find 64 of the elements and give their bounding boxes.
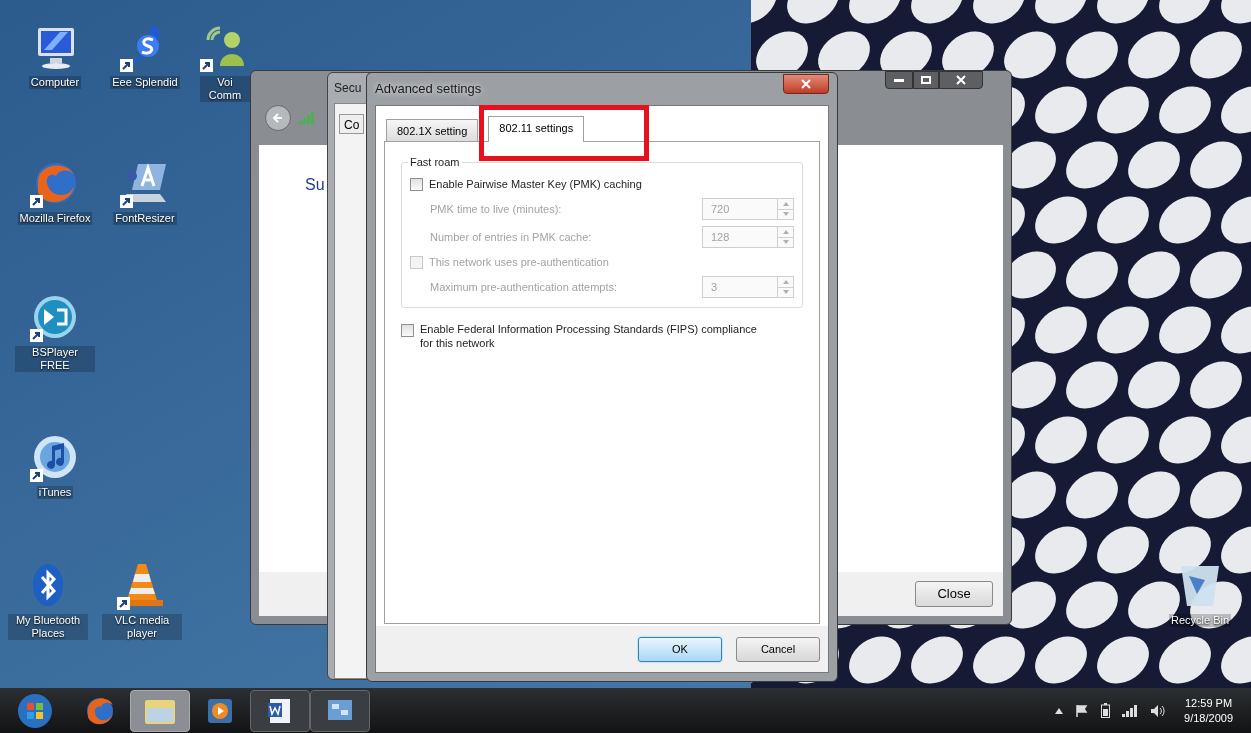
desktop-icon-label: Computer <box>28 76 82 89</box>
desktop-icon-label: Voi Comm <box>200 76 250 102</box>
checkbox-label: Enable Pairwise Master Key (PMK) caching <box>429 176 642 192</box>
minimize-button[interactable] <box>885 71 913 89</box>
desktop-icon-label: Eee Splendid <box>110 76 180 89</box>
signal-bars-icon[interactable] <box>1122 704 1139 717</box>
field-value: 720 <box>710 202 731 217</box>
checkbox-label: Enable Federal Information Processing Standards (FIPS) compliance for this network <box>420 322 758 350</box>
clock[interactable]: 12:59 PM 9/18/2009 <box>1184 695 1233 726</box>
battery-icon[interactable] <box>1101 703 1111 718</box>
down-caret-icon <box>782 240 789 245</box>
close-icon <box>801 79 811 89</box>
desktop-icon-label: Mozilla Firefox <box>17 212 93 225</box>
windows-orb-icon <box>17 692 53 729</box>
taskbar-button[interactable] <box>250 689 310 732</box>
checkbox[interactable] <box>410 177 423 191</box>
field-label: PMK time to live (minutes): <box>430 201 562 217</box>
speaker-icon[interactable] <box>1150 703 1167 718</box>
close-button[interactable]: Close <box>915 581 993 607</box>
shortcut-arrow-icon <box>117 597 130 610</box>
page-heading: Su <box>305 176 325 193</box>
shortcut-arrow-icon <box>120 59 133 72</box>
close-button[interactable] <box>783 74 829 94</box>
dialog-title: Advanced settings <box>375 80 482 99</box>
taskbar-button[interactable] <box>130 689 190 732</box>
tab[interactable]: 802.11 settings <box>488 116 585 142</box>
dialog-button[interactable]: OK <box>638 636 722 662</box>
tray-expand-icon[interactable] <box>1055 707 1064 714</box>
up-caret-icon <box>782 201 789 206</box>
down-caret-icon <box>782 290 789 295</box>
window-title: Secu <box>334 80 362 97</box>
clock-date: 9/18/2009 <box>1184 710 1233 726</box>
tab[interactable]: 802.1X setting <box>386 119 479 141</box>
play-icon <box>208 698 232 723</box>
tab[interactable]: Co <box>339 114 365 134</box>
desktop-icon-label: VLC media player <box>102 614 182 640</box>
desktop-icon-label: iTunes <box>36 486 74 499</box>
field-value: 128 <box>710 230 731 245</box>
down-caret-icon <box>782 212 789 217</box>
shortcut-arrow-icon <box>200 59 213 72</box>
dialog-button[interactable]: Cancel <box>736 636 820 662</box>
clock-time: 12:59 PM <box>1185 695 1233 711</box>
shortcut-arrow-icon <box>120 195 133 208</box>
flag-icon[interactable] <box>1075 703 1090 718</box>
taskbar-button[interactable] <box>310 689 370 732</box>
field-value: 3 <box>710 280 719 295</box>
back-arrow-icon <box>272 112 284 124</box>
shortcut-arrow-icon <box>30 469 43 482</box>
close-button[interactable] <box>939 71 983 89</box>
close-icon <box>956 75 966 85</box>
back-button[interactable] <box>265 105 291 131</box>
desktop-icon-label: BSPlayer FREE <box>15 346 95 372</box>
checkbox-label: This network uses pre-authentication <box>429 254 609 270</box>
checkbox[interactable] <box>401 324 414 337</box>
maximize-button[interactable] <box>913 71 939 89</box>
shortcut-arrow-icon <box>30 329 43 342</box>
desktop-icon-label: FontResizer <box>113 212 177 225</box>
shortcut-arrow-icon <box>30 195 43 208</box>
desktop-icon-label: My Bluetooth Places <box>8 614 88 640</box>
field-label: Maximum pre-authentication attempts: <box>430 279 618 295</box>
field-label: Number of entries in PMK cache: <box>430 229 592 245</box>
up-caret-icon <box>782 279 789 284</box>
signal-bars-icon <box>299 112 315 124</box>
up-caret-icon <box>782 229 789 234</box>
